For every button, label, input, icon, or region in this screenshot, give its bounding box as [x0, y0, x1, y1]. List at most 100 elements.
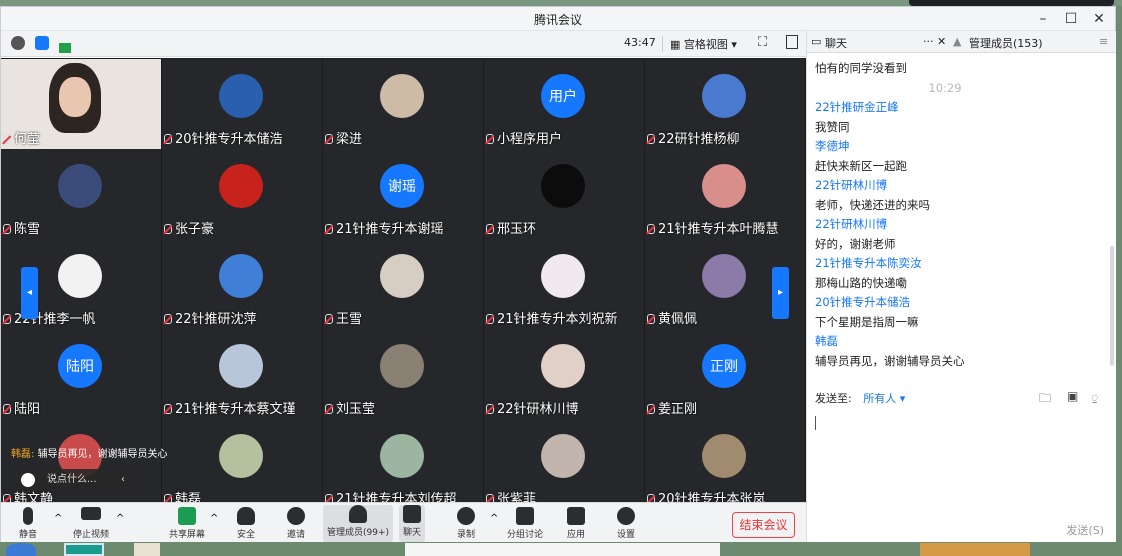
- participant-tile[interactable]: 刘玉莹: [323, 329, 483, 419]
- participant-name-text: 韩磊: [175, 492, 202, 502]
- participant-tile[interactable]: 正刚 姜正刚: [645, 329, 805, 419]
- participant-avatar: 陆阳: [58, 344, 102, 388]
- chat-input[interactable]: [815, 416, 816, 430]
- security-label: 安全: [237, 530, 256, 540]
- participant-avatar: [541, 344, 585, 388]
- record-options-icon[interactable]: ^: [490, 513, 498, 524]
- participant-tile[interactable]: 22研针推杨柳: [645, 59, 805, 149]
- participant-tile[interactable]: 梁进: [323, 59, 483, 149]
- participant-tile[interactable]: 20针推专升本张岚: [645, 419, 805, 502]
- participant-name: 21针推专升本刘祝新: [486, 308, 618, 327]
- participant-name: 刘玉莹: [325, 398, 375, 417]
- participant-tile[interactable]: 张紫菲: [484, 419, 644, 502]
- participant-name: 梁进: [325, 128, 362, 147]
- participant-tile[interactable]: 用户 小程序用户: [484, 59, 644, 149]
- muted-mic-icon: [325, 224, 333, 234]
- muted-mic-icon: [486, 314, 494, 324]
- participant-tile[interactable]: 21针推专升本刘传超: [323, 419, 483, 502]
- participant-tile[interactable]: 王雪: [323, 239, 483, 329]
- taskbar-app-icon[interactable]: [64, 543, 104, 556]
- mute-button[interactable]: 静音: [19, 507, 37, 540]
- settings-button[interactable]: 设置: [617, 507, 635, 540]
- taskbar: [0, 542, 1122, 556]
- participant-tile[interactable]: 22针推研沈萍: [162, 239, 322, 329]
- invite-button[interactable]: 邀请: [287, 507, 305, 540]
- chat-sender[interactable]: 韩磊: [815, 332, 1106, 352]
- participant-avatar: [380, 254, 424, 298]
- participant-name-text: 王雪: [336, 312, 363, 327]
- chat-sender[interactable]: 21针推专升本陈奕汝: [815, 254, 1106, 274]
- sidebar-toggle-icon[interactable]: [786, 35, 798, 49]
- participant-tile[interactable]: 21针推专升本叶腾慧: [645, 149, 805, 239]
- chat-button[interactable]: 聊天: [399, 505, 426, 542]
- participant-name: 22针推研沈萍: [164, 308, 257, 327]
- tab-members[interactable]: 管理成员(153): [969, 35, 1043, 51]
- end-meeting-button[interactable]: 结束会议: [732, 512, 795, 538]
- send-to-value: 所有人: [863, 392, 897, 405]
- muted-mic-icon: [164, 134, 172, 144]
- mention-icon[interactable]: ႍ: [1091, 389, 1098, 407]
- participant-tile[interactable]: 邢玉环: [484, 149, 644, 239]
- participant-name-text: 20针推专升本储浩: [175, 132, 283, 147]
- panel-menu-icon[interactable]: ≡: [1099, 35, 1108, 48]
- meeting-timer: 43:47: [618, 36, 663, 52]
- shield-icon[interactable]: [35, 36, 49, 50]
- folder-icon[interactable]: 🗀: [1039, 389, 1051, 410]
- minimize-button[interactable]: –: [1031, 9, 1055, 29]
- emoji-icon[interactable]: [21, 473, 35, 487]
- signal-icon[interactable]: [59, 43, 71, 53]
- participant-name-text: 黄佩佩: [658, 312, 698, 327]
- more-icon[interactable]: ···: [923, 35, 934, 48]
- fullscreen-icon[interactable]: ⛶: [758, 35, 767, 50]
- collapse-icon[interactable]: ‹: [121, 469, 125, 491]
- record-button[interactable]: 录制: [457, 507, 475, 540]
- breakout-button[interactable]: 分组讨论: [507, 507, 543, 540]
- close-chat-tab-icon[interactable]: ✕: [937, 35, 946, 48]
- participant-tile[interactable]: 谢瑶 21针推专升本谢瑶: [323, 149, 483, 239]
- manage-members-button[interactable]: 管理成员(99+): [323, 505, 394, 542]
- mute-options-icon[interactable]: ^: [54, 513, 62, 524]
- share-options-icon[interactable]: ^: [210, 513, 218, 524]
- control-bar: 静音 ^ 停止视频 ^ 共享屏幕 ^ 安全 邀请 管理成员(99+) 聊天 录制…: [1, 502, 806, 543]
- share-screen-button[interactable]: 共享屏幕: [169, 507, 205, 540]
- participant-name: 小程序用户: [486, 128, 562, 147]
- start-icon[interactable]: [6, 543, 36, 556]
- send-to-select[interactable]: 所有人 ▾: [863, 392, 905, 405]
- muted-mic-icon: [3, 404, 11, 414]
- security-button[interactable]: 安全: [237, 507, 255, 540]
- participant-tile[interactable]: 韩磊: [162, 419, 322, 502]
- view-mode-select[interactable]: ▦ 宫格视图 ▾: [670, 36, 737, 52]
- participant-tile[interactable]: 22针研林川博: [484, 329, 644, 419]
- chat-sender[interactable]: 22针研林川博: [815, 215, 1106, 235]
- maximize-button[interactable]: ☐: [1059, 9, 1083, 29]
- participant-tile[interactable]: 何莹: [1, 59, 161, 149]
- participant-tile[interactable]: 21针推专升本蔡文瑾: [162, 329, 322, 419]
- stop-video-button[interactable]: 停止视频: [73, 507, 109, 540]
- participant-tile[interactable]: 21针推专升本刘祝新: [484, 239, 644, 329]
- video-options-icon[interactable]: ^: [116, 513, 124, 524]
- participant-tile[interactable]: 陈雪: [1, 149, 161, 239]
- send-button[interactable]: 发送(S): [1066, 522, 1104, 538]
- participant-avatar: [541, 164, 585, 208]
- chat-sender[interactable]: 22针推研金正峰: [815, 98, 1106, 118]
- chat-sender[interactable]: 22针研林川博: [815, 176, 1106, 196]
- apps-button[interactable]: 应用: [567, 507, 585, 540]
- info-icon[interactable]: [11, 36, 25, 50]
- participant-tile[interactable]: 张子豪: [162, 149, 322, 239]
- participant-name: 陆阳: [3, 398, 40, 417]
- breakout-icon: [516, 507, 534, 525]
- participant-tile[interactable]: 20针推专升本储浩: [162, 59, 322, 149]
- chat-sender[interactable]: 李德坤: [815, 137, 1106, 157]
- screenshot-icon[interactable]: ▣: [1067, 389, 1078, 403]
- quick-chat-input[interactable]: 说点什么... ‹: [13, 469, 131, 491]
- prev-page-button[interactable]: ◂: [21, 267, 38, 319]
- chat-sender[interactable]: 20针推专升本储浩: [815, 293, 1106, 313]
- chat-scrollbar[interactable]: [1110, 246, 1114, 366]
- next-page-button[interactable]: ▸: [772, 267, 789, 319]
- close-button[interactable]: ✕: [1087, 9, 1111, 29]
- participant-tile[interactable]: 陆阳 陆阳: [1, 329, 161, 419]
- participant-name-text: 小程序用户: [497, 132, 563, 147]
- tab-chat[interactable]: 聊天: [825, 35, 847, 51]
- participant-avatar: [380, 434, 424, 478]
- taskbar-doc-icon[interactable]: [134, 543, 160, 556]
